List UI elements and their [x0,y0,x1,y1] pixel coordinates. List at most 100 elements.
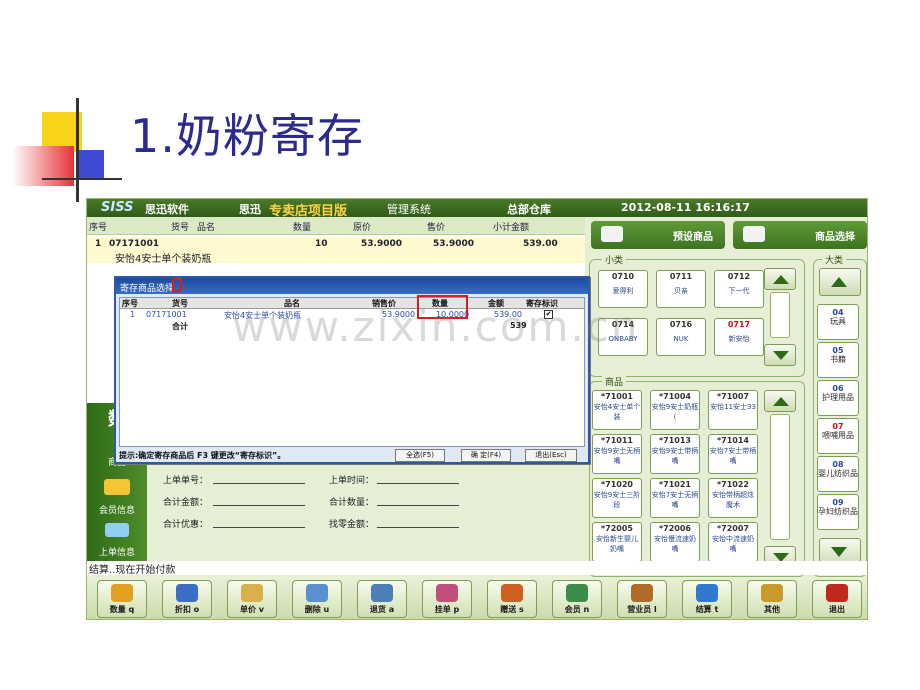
toolbar-label: 会员 n [564,605,590,614]
total-discount-field [213,527,305,528]
total-label: 合计 [172,322,188,331]
category-tile[interactable]: 04 玩具 [817,304,859,340]
subcategory-label: 小类 [602,253,627,266]
goods-tile[interactable]: *71007 安怡11安士33 [708,390,758,430]
decor-horizontal-line [42,178,122,180]
tile-code: 0717 [727,320,751,329]
category-tile[interactable]: 06 护理用品 [817,380,859,416]
goods-tile[interactable]: *71011 安怡9安士无柄嘴 [592,434,642,474]
goods-tile[interactable]: *71013 安怡9安士带柄嘴 [650,434,700,474]
select-goods-button[interactable]: 商品选择 [733,221,867,249]
toolbar-button[interactable]: 退出 [812,580,862,618]
toolbar-label: 赠送 s [500,605,524,614]
total-amount-label: 合计金额： [163,498,209,508]
col-seq: 序号 [89,223,108,233]
goods-tile[interactable]: *71020 安怡9安士三阶段 [592,478,642,518]
category-tile[interactable]: 07 喂哺用品 [817,418,859,454]
category-name: 喂哺用品 [822,431,854,440]
tile-name: 安怡7安士无柄嘴 [651,491,699,509]
goods-scroll-up[interactable] [764,390,796,412]
toolbar-button[interactable]: 挂单 p [422,580,472,618]
change-field [377,527,459,528]
toolbar-button[interactable]: 营业员 l [617,580,667,618]
select-all-button[interactable]: 全选(F5) [395,449,445,462]
toolbar-button[interactable]: 删除 u [292,580,342,618]
subcategory-tile[interactable]: 0716 NUK [656,318,706,356]
subcat-scroll-down[interactable] [764,344,796,366]
toolbar-button[interactable]: 会员 n [552,580,602,618]
goods-tile[interactable]: *72006 安怡慢流速奶嘴 [650,522,700,562]
toolbar-button[interactable]: 赠送 s [487,580,537,618]
tile-code: *71013 [658,436,691,445]
tile-code: *72007 [716,524,749,533]
bottom-toolbar: 数量 q 折扣 o 单价 v 删除 u 退货 a 挂单 p 赠送 s 会员 n 营业员 l 结算 … [87,577,867,619]
dialog-hint: 提示:确定寄存商品后 F3 键更改“寄存标识”。 [119,451,286,460]
category-tile[interactable]: 08 婴儿纺织品 [817,456,859,492]
toolbar-button[interactable]: 单价 v [227,580,277,618]
toolbar-icon [696,584,718,602]
brand-short: 思迅 [239,203,261,216]
toolbar-icon [761,584,783,602]
tile-code: 0712 [727,272,751,281]
goods-tile[interactable]: *71014 安怡7安士带柄嘴 [708,434,758,474]
toolbar-label: 单价 v [240,605,264,614]
subcat-scroll-up[interactable] [764,268,796,290]
preset-goods-button[interactable]: 预设商品 [591,221,725,249]
tile-code: *72005 [600,524,633,533]
category-name: 护理用品 [822,393,854,402]
goods-label: 商品 [602,375,627,388]
subcategory-tile[interactable]: 0717 新安怡 [714,318,764,356]
preset-icon [601,226,623,242]
system-label: 管理系统 [387,203,431,216]
tile-code: 0711 [669,272,693,281]
tile-code: *71007 [716,392,749,401]
tile-name: 安怡中流速奶嘴 [712,535,754,553]
goods-tile[interactable]: *71001 安怡4安士单个装 [592,390,642,430]
toolbar-button[interactable]: 结算 t [682,580,732,618]
subcat-scrollbar[interactable] [770,292,790,338]
nav-upload[interactable]: 上单信息 [91,545,143,558]
subcategory-tile[interactable]: 0711 贝亲 [656,270,706,308]
subcategory-tile[interactable]: 0712 下一代 [714,270,764,308]
toolbar-button[interactable]: 数量 q [97,580,147,618]
cell-code: 07171001 [109,239,160,249]
toolbar-button[interactable]: 折扣 o [162,580,212,618]
category-name: 玩具 [830,317,846,326]
goods-tile[interactable]: *71004 安怡9安士奶瓶( [650,390,700,430]
prev-time-label: 上单时间： [329,476,375,486]
brand-name: 思迅软件 [145,203,189,216]
tile-name: 下一代 [728,287,750,295]
toolbar-icon [111,584,133,602]
tile-name: 安怡慢流速奶嘴 [654,535,696,553]
store-name: 总部仓库 [507,203,551,216]
toolbar-icon [826,584,848,602]
toolbar-icon [566,584,588,602]
total-amount-field [213,505,305,506]
tile-name: 安怡7安士带柄嘴 [709,447,757,465]
dcol-code: 货号 [172,299,188,308]
goods-scrollbar[interactable] [770,414,790,540]
tile-code: 0716 [669,320,693,329]
goods-tile[interactable]: *71021 安怡7安士无柄嘴 [650,478,700,518]
category-scroll-up[interactable] [819,268,861,296]
category-name: 书籍 [830,355,846,364]
arrow-down-icon [773,351,789,360]
category-tile[interactable]: 09 孕妇纺织品 [817,494,859,530]
toolbar-icon [436,584,458,602]
goods-tile[interactable]: *72007 安怡中流速奶嘴 [708,522,758,562]
goods-tile[interactable]: *72005 安怡新生婴儿奶嘴 [592,522,642,562]
exit-button[interactable]: 退出(Esc) [525,449,577,462]
tile-code: *71020 [600,480,633,489]
toolbar-button[interactable]: 退货 a [357,580,407,618]
datetime: 2012-08-11 16:16:17 [621,201,750,214]
toolbar-label: 退出 [829,605,845,614]
table-row[interactable]: 1 07171001 10 53.9000 53.9000 539.00 安怡4… [87,237,585,265]
total-qty-label: 合计数量： [329,498,375,508]
slide-title: 1.奶粉寄存 [130,109,364,163]
category-tile[interactable]: 05 书籍 [817,342,859,378]
confirm-button[interactable]: 确 定(F4) [461,449,511,462]
goods-tile[interactable]: *71022 安怡带柄超炫魔术 [708,478,758,518]
toolbar-button[interactable]: 其他 [747,580,797,618]
preset-label: 预设商品 [673,231,713,243]
nav-member[interactable]: 会员信息 [91,503,143,516]
